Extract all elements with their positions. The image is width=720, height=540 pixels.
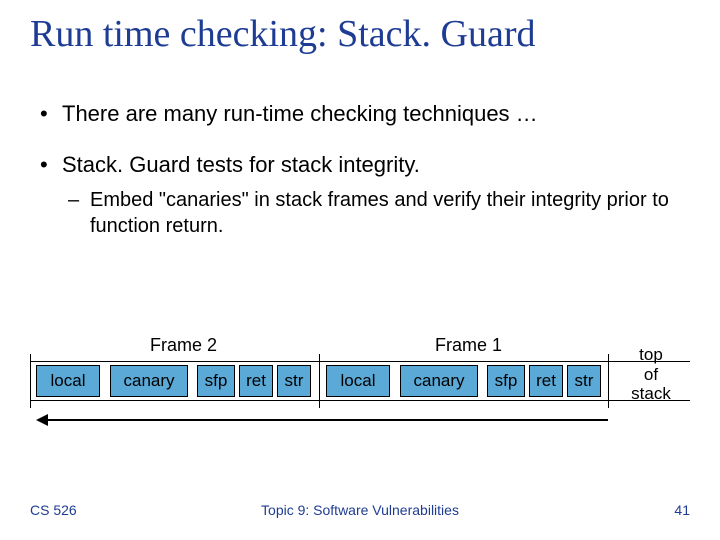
slide-title: Run time checking: Stack. Guard (30, 12, 690, 56)
stack-diagram: Frame 2 Frame 1 local canary sfp ret str… (30, 335, 690, 401)
subbullet-1: – Embed "canaries" in stack frames and v… (68, 187, 680, 239)
frame1-label: Frame 1 (435, 335, 502, 356)
cell-str: str (567, 365, 601, 397)
tick (608, 354, 609, 408)
top-of-stack-label: top of stack (626, 345, 676, 404)
bullet-dot: • (40, 151, 62, 180)
footer-page: 41 (674, 502, 690, 518)
stack-growth-arrow (38, 419, 608, 421)
cell-sfp: sfp (487, 365, 525, 397)
cell-ret: ret (529, 365, 563, 397)
slide-body: • There are many run-time checking techn… (40, 100, 680, 239)
bullet-text: There are many run-time checking techniq… (62, 100, 538, 129)
cell-local: local (36, 365, 100, 397)
bullet-1: • There are many run-time checking techn… (40, 100, 680, 129)
tick (319, 354, 320, 408)
cell-local: local (326, 365, 390, 397)
cell-str: str (277, 365, 311, 397)
footer-topic: Topic 9: Software Vulnerabilities (0, 502, 720, 518)
subbullet-text: Embed "canaries" in stack frames and ver… (90, 187, 680, 239)
cell-ret: ret (239, 365, 273, 397)
frame-labels: Frame 2 Frame 1 (30, 335, 690, 361)
tick (30, 354, 31, 408)
cell-canary: canary (400, 365, 478, 397)
frame2-label: Frame 2 (150, 335, 217, 356)
slide: Run time checking: Stack. Guard • There … (0, 0, 720, 540)
cell-sfp: sfp (197, 365, 235, 397)
bullet-text: Stack. Guard tests for stack integrity. (62, 151, 420, 180)
bullet-2: • Stack. Guard tests for stack integrity… (40, 151, 680, 180)
bullet-dash: – (68, 187, 90, 239)
bullet-dot: • (40, 100, 62, 129)
cell-canary: canary (110, 365, 188, 397)
stack-strip: local canary sfp ret str local canary sf… (30, 361, 690, 401)
